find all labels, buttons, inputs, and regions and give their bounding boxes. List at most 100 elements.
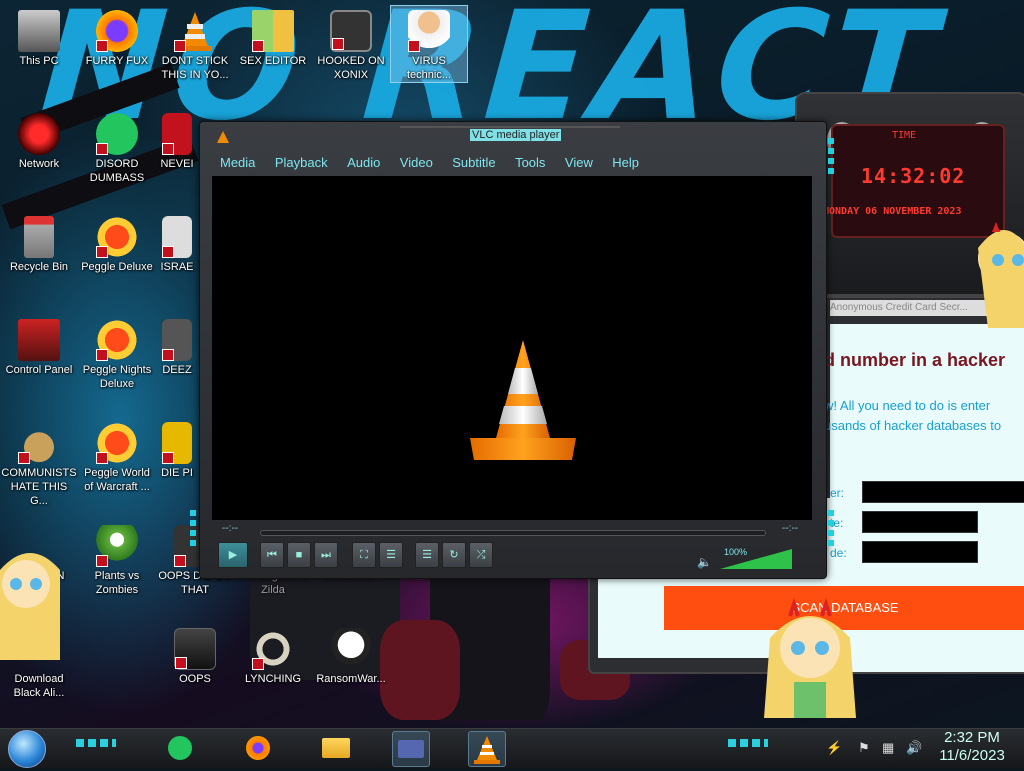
menu-view[interactable]: View [565, 155, 593, 170]
vlc-title: VLC media player [470, 129, 562, 141]
icon-label: LYNCHING [244, 673, 302, 685]
menu-subtitle[interactable]: Subtitle [452, 155, 495, 170]
desktop-icon-peggle-deluxe[interactable]: Peggle Deluxe [79, 216, 155, 274]
loop-button[interactable]: ↻ [442, 542, 466, 568]
taskbar-decoration [728, 739, 768, 747]
desktop-icon-hooked-on-xonix[interactable]: HOOKED ON XONIX [313, 10, 389, 82]
desktop-icon-recycle-bin[interactable]: Recycle Bin [1, 216, 77, 274]
network-tray-icon[interactable]: ▦ [882, 740, 894, 756]
desktop-icon-sex-editor[interactable]: SEX EDITOR [235, 10, 311, 68]
shortcut-arrow-icon [96, 349, 108, 361]
icon-label: Peggle World of Warcraft ... [84, 467, 150, 493]
tray-app-icon[interactable]: ⚡ [826, 740, 842, 756]
desktop-icon-oops[interactable]: OOPS [157, 628, 233, 686]
icon-label: Recycle Bin [9, 261, 69, 273]
shuffle-button[interactable]: ⤮ [469, 542, 493, 568]
icon-label: Peggle Nights Deluxe [82, 364, 152, 390]
taskbar [0, 728, 1024, 769]
elapsed-time: --:-- [222, 523, 239, 534]
menu-video[interactable]: Video [400, 155, 433, 170]
shortcut-arrow-icon [96, 246, 108, 258]
volume-tray-icon[interactable]: 🔊 [906, 740, 922, 756]
previous-button[interactable]: ⏮ [260, 542, 284, 568]
desktop-icon-peggle-nights[interactable]: Peggle Nights Deluxe [79, 319, 155, 391]
desktop-icon-furry-fux[interactable]: FURRY FUX [79, 10, 155, 68]
desktop-icon-virus-technician[interactable]: VIRUS technic... [390, 5, 468, 83]
hxd-icon [252, 10, 294, 52]
shortcut-arrow-icon [162, 452, 174, 464]
stop-button[interactable]: ■ [287, 542, 311, 568]
menu-tools[interactable]: Tools [515, 155, 545, 170]
next-button[interactable]: ⏭ [314, 542, 338, 568]
desktop-icon-ransomware[interactable]: RansomWar... [313, 628, 389, 686]
shortcut-arrow-icon [332, 38, 344, 50]
taskbar-firefox[interactable] [240, 731, 276, 765]
icon-label: DIE PI [161, 467, 193, 479]
doctor-icon [408, 10, 450, 52]
vlc-video-area[interactable] [212, 176, 812, 520]
icon-label: COMMUNISTS HATE THIS G... [1, 467, 77, 507]
playlist-button[interactable]: ☰ [415, 542, 439, 568]
money-bag-icon [18, 422, 60, 464]
icon-label: Plants vs Zombies [94, 570, 140, 596]
desktop-icon-plants-vs-zombies[interactable]: Plants vs Zombies [79, 525, 155, 597]
vlc-cone-icon [474, 736, 500, 764]
shortcut-arrow-icon [252, 40, 264, 52]
desktop-icon-control-panel[interactable]: Control Panel [1, 319, 77, 377]
app-icon [162, 422, 192, 464]
taskbar-app[interactable] [392, 731, 430, 767]
taskbar-chat-app[interactable] [162, 731, 198, 765]
expiry-date-input[interactable] [862, 511, 978, 533]
recycle-bin-icon [24, 216, 54, 258]
speaker-icon[interactable]: 🔈 [697, 555, 712, 569]
taskbar-vlc[interactable] [468, 731, 506, 767]
cartoon-character-sticker [0, 553, 60, 660]
shortcut-arrow-icon [96, 143, 108, 155]
flag-icon[interactable]: ⚑ [858, 740, 870, 756]
taskbar-clock[interactable]: 2:32 PM 11/6/2023 [934, 729, 1010, 765]
start-button[interactable] [8, 730, 46, 768]
play-button[interactable]: ▶ [218, 542, 248, 568]
network-icon [18, 113, 60, 155]
seek-slider[interactable] [260, 530, 766, 536]
shortcut-arrow-icon [175, 657, 187, 669]
menu-media[interactable]: Media [220, 155, 255, 170]
desktop-icon-network[interactable]: Network [1, 113, 77, 171]
icon-label: FURRY FUX [85, 55, 149, 67]
icon-label: RansomWar... [316, 673, 386, 685]
volume-label: 100% [724, 547, 748, 557]
vlc-cone-icon [174, 10, 216, 52]
card-number-input[interactable] [862, 481, 1024, 503]
extended-settings-button[interactable]: ☰ [379, 542, 403, 568]
desktop-icon-deez[interactable]: DEEZ [157, 319, 197, 377]
shortcut-arrow-icon [252, 658, 264, 670]
clock-widget-label: TIME [892, 130, 917, 141]
desktop-icon-die-pi[interactable]: DIE PI [157, 422, 197, 480]
desktop-icon-israe[interactable]: ISRAE [157, 216, 197, 274]
desktop-icon-lynching[interactable]: LYNCHING [235, 628, 311, 686]
shortcut-arrow-icon [174, 555, 186, 567]
total-time: --:-- [782, 523, 799, 534]
desktop-icon-discord-dumbass[interactable]: DISORD DUMBASS [79, 113, 155, 185]
firefox-icon [96, 10, 138, 52]
fullscreen-button[interactable]: ⛶ [352, 542, 376, 568]
vlc-window[interactable]: VLC media player Media Playback Audio Vi… [190, 121, 834, 579]
menu-help[interactable]: Help [612, 155, 639, 170]
desktop-icon-communists[interactable]: COMMUNISTS HATE THIS G... [1, 422, 77, 508]
desktop-icon-dont-stick[interactable]: DONT STICK THIS IN YO... [157, 10, 233, 82]
security-code-input[interactable] [862, 541, 978, 563]
shortcut-arrow-icon [174, 40, 186, 52]
menu-playback[interactable]: Playback [275, 155, 328, 170]
icon-label: DISORD DUMBASS [89, 158, 145, 184]
desktop-icon-nevei[interactable]: NEVEI [157, 113, 197, 171]
menu-audio[interactable]: Audio [347, 155, 380, 170]
icon-label: Network [18, 158, 60, 170]
icon-label: OOPS [179, 673, 211, 685]
icon-label: NEVEI [160, 158, 194, 170]
shortcut-arrow-icon [96, 452, 108, 464]
icon-label: DONT STICK THIS IN YO... [161, 55, 229, 81]
desktop-icon-this-pc[interactable]: This PC [1, 10, 77, 68]
taskbar-file-explorer[interactable] [318, 731, 354, 765]
desktop-icon-peggle-wow[interactable]: Peggle World of Warcraft ... [79, 422, 155, 494]
chat-app-icon [96, 113, 138, 155]
